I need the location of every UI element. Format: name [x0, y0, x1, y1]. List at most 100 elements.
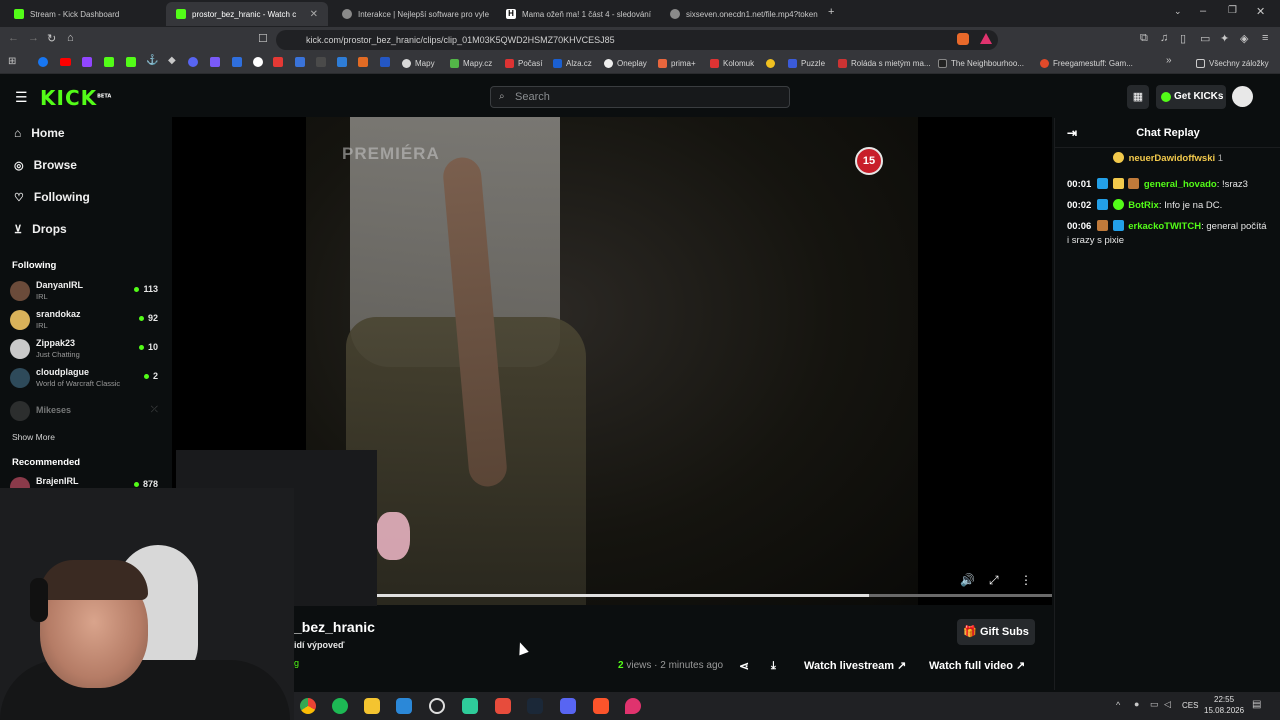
- bookmark-icon-11[interactable]: [273, 57, 283, 67]
- kick-bookmark-icon[interactable]: [104, 57, 114, 67]
- following-channel[interactable]: srandokaz IRL 92: [10, 307, 160, 333]
- following-channel[interactable]: DanyanIRL IRL 113: [10, 278, 160, 304]
- bookmark-kolomuk[interactable]: Kolomuk: [710, 56, 754, 70]
- tab-mama-ozen-ma[interactable]: H Mama ožeň ma! 1 část 4 - sledování: [496, 2, 656, 26]
- bookmark-oneplay[interactable]: Oneplay: [604, 56, 647, 70]
- bookmark-mapy-cz[interactable]: Mapy.cz: [450, 56, 492, 70]
- bookmark-icon-8[interactable]: [210, 57, 220, 67]
- discord-bookmark-icon[interactable]: [188, 57, 198, 67]
- bookmark-icon-12[interactable]: [295, 57, 305, 67]
- new-tab-icon[interactable]: +: [828, 6, 834, 18]
- following-channel-offline[interactable]: Mikeses ⤫: [10, 398, 160, 424]
- leo-icon[interactable]: ✦: [1220, 32, 1229, 45]
- nav-following[interactable]: ♡ Following: [14, 190, 90, 204]
- tab-search-icon[interactable]: ⌄: [1174, 6, 1182, 17]
- volume-icon[interactable]: 🔊: [960, 573, 975, 587]
- show-more-link[interactable]: Show More: [12, 432, 55, 442]
- bookmark-icon-16[interactable]: [380, 57, 390, 67]
- tab-sixseven[interactable]: sixseven.onecdn1.net/file.mp4?token: [660, 2, 820, 26]
- hamburger-menu-icon[interactable]: ☰: [15, 89, 28, 106]
- tab-stream-dashboard[interactable]: Stream - Kick Dashboard: [4, 2, 164, 26]
- bookmark-mapy[interactable]: Mapy: [402, 56, 435, 70]
- home-browser-icon[interactable]: ⌂: [67, 32, 74, 44]
- url-field[interactable]: kick.com/prostor_bez_hranic/clips/clip_0…: [276, 30, 998, 50]
- bookmark-puzzle[interactable]: Puzzle: [788, 56, 825, 70]
- twitch-icon[interactable]: [82, 57, 92, 67]
- gift-subs-button[interactable]: 🎁 Gift Subs: [957, 619, 1035, 645]
- share-icon[interactable]: ⋖: [739, 655, 749, 677]
- watch-livestream-button[interactable]: Watch livestream ↗: [804, 655, 906, 677]
- system-clock[interactable]: 22:55 15.08.2026: [1204, 694, 1244, 716]
- bookmark-icon[interactable]: ☐: [258, 32, 268, 45]
- collapse-chat-icon[interactable]: ⇥: [1067, 118, 1077, 148]
- kick-logo[interactable]: KICKBETA: [40, 86, 111, 110]
- bookmark-icon-15[interactable]: [358, 57, 368, 67]
- editor-icon[interactable]: [396, 698, 412, 714]
- menu-icon[interactable]: ≡: [1262, 32, 1268, 44]
- get-kicks-button[interactable]: Get KICKs: [1156, 85, 1226, 109]
- file-explorer-icon[interactable]: [364, 698, 380, 714]
- bookmark-icon-14[interactable]: [337, 57, 347, 67]
- microphone-icon[interactable]: ●: [1134, 699, 1139, 709]
- all-bookmarks[interactable]: Všechny záložky: [1196, 56, 1269, 70]
- search-input[interactable]: ⌕ Search: [490, 86, 790, 108]
- nav-drops[interactable]: ⊻ Drops: [14, 222, 67, 236]
- language-indicator[interactable]: CES: [1182, 701, 1198, 710]
- close-tab-icon[interactable]: ✕: [310, 9, 318, 20]
- app-icon-5[interactable]: [429, 698, 445, 714]
- more-options-icon[interactable]: ⋮: [1020, 573, 1032, 587]
- bookmark-neighbourhood[interactable]: The Neighbourhoo...: [938, 56, 1024, 70]
- anchor-bookmark-icon[interactable]: ⚓: [146, 55, 158, 66]
- youtube-icon[interactable]: [60, 58, 71, 66]
- bookmark-pocasi[interactable]: Počasí: [505, 56, 542, 70]
- extensions-icon[interactable]: ⧉: [1140, 32, 1148, 45]
- bookmark-icon-13[interactable]: [316, 57, 326, 67]
- fullscreen-icon[interactable]: ⤢: [989, 573, 999, 588]
- app-icon-7[interactable]: [495, 698, 511, 714]
- download-icon[interactable]: ⤓: [771, 655, 776, 677]
- discord-icon[interactable]: [560, 698, 576, 714]
- brave-shield-icon[interactable]: [957, 33, 969, 45]
- nav-browse[interactable]: ◎ Browse: [14, 158, 77, 172]
- video-progress-bar[interactable]: [376, 594, 1052, 597]
- google-bookmark-icon[interactable]: [253, 57, 263, 67]
- media-icon[interactable]: ♫: [1160, 32, 1168, 44]
- apps-grid-icon[interactable]: ⊞: [8, 56, 16, 67]
- bookmark-icon-9[interactable]: [232, 57, 242, 67]
- bookmark-alza[interactable]: Alza.cz: [553, 56, 592, 70]
- bookmark-colorwheel[interactable]: [766, 56, 775, 70]
- facebook-icon[interactable]: [38, 57, 48, 67]
- sidebar-toggle-icon[interactable]: ▯: [1180, 32, 1186, 45]
- wallet-icon[interactable]: ▭: [1200, 32, 1210, 45]
- nav-home[interactable]: ⌂ Home: [14, 126, 65, 140]
- brave-rewards-icon[interactable]: [980, 33, 992, 44]
- spotify-icon[interactable]: [332, 698, 348, 714]
- vpn-icon[interactable]: ◈: [1240, 32, 1248, 45]
- back-icon[interactable]: ←: [8, 32, 19, 44]
- chrome-icon[interactable]: [300, 698, 316, 714]
- more-bookmarks-icon[interactable]: »: [1166, 55, 1172, 66]
- following-channel[interactable]: cloudplague World of Warcraft Classic 2: [10, 365, 160, 391]
- tab-prostor-bez-hranic[interactable]: prostor_bez_hranic - Watch c ✕: [166, 2, 328, 26]
- stats-bookmark-icon[interactable]: [126, 57, 136, 67]
- diamond-bookmark-icon[interactable]: ◆: [168, 55, 176, 66]
- bookmark-prima[interactable]: prima+: [658, 56, 696, 70]
- maximize-icon[interactable]: ❐: [1228, 5, 1237, 16]
- forward-icon[interactable]: →: [28, 32, 39, 44]
- bookmark-rolada[interactable]: Roláda s mietým ma...: [838, 56, 931, 70]
- steam-icon[interactable]: [527, 698, 543, 714]
- close-window-icon[interactable]: ✕: [1256, 5, 1265, 18]
- watch-full-video-button[interactable]: Watch full video ↗: [929, 655, 1025, 677]
- minimize-icon[interactable]: –: [1200, 5, 1206, 17]
- tab-interakce[interactable]: Interakce | Nejlepší software pro vyle: [332, 2, 492, 26]
- bookmark-freegamestuff[interactable]: Freegamestuff: Gam...: [1040, 56, 1133, 70]
- reload-icon[interactable]: ↻: [47, 32, 56, 45]
- network-icon[interactable]: ▭: [1150, 699, 1159, 710]
- notifications-icon[interactable]: ▤: [1252, 699, 1261, 710]
- user-avatar[interactable]: [1232, 86, 1253, 107]
- following-channel[interactable]: Zippak23 Just Chatting 10: [10, 336, 160, 362]
- app-icon-6[interactable]: [462, 698, 478, 714]
- brave-taskbar-icon[interactable]: [593, 698, 609, 714]
- speaker-icon[interactable]: ◁: [1164, 699, 1171, 710]
- tray-expand-icon[interactable]: ^: [1116, 700, 1120, 710]
